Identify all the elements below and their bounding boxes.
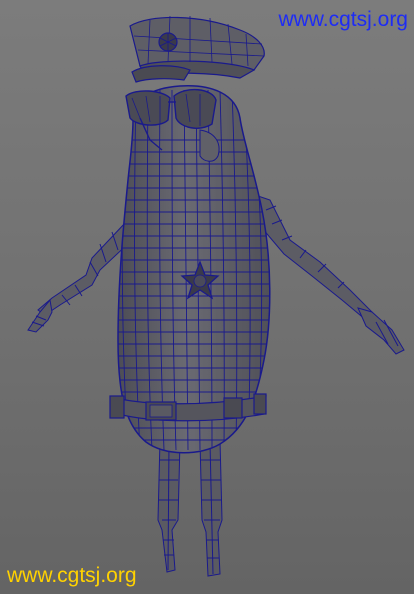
- watermark-top: www.cgtsj.org: [278, 8, 408, 31]
- police-cap: [129, 15, 265, 83]
- cap-badge: [158, 32, 178, 52]
- left-leg: [157, 439, 181, 573]
- right-leg: [199, 439, 223, 577]
- right-arm: [257, 195, 405, 355]
- 3d-viewport[interactable]: www.cgtsj.org www.cgtsj.org: [0, 0, 414, 594]
- wireframe-character-model: [27, 15, 405, 577]
- left-arm: [27, 221, 133, 333]
- watermark-bottom: www.cgtsj.org: [7, 564, 137, 587]
